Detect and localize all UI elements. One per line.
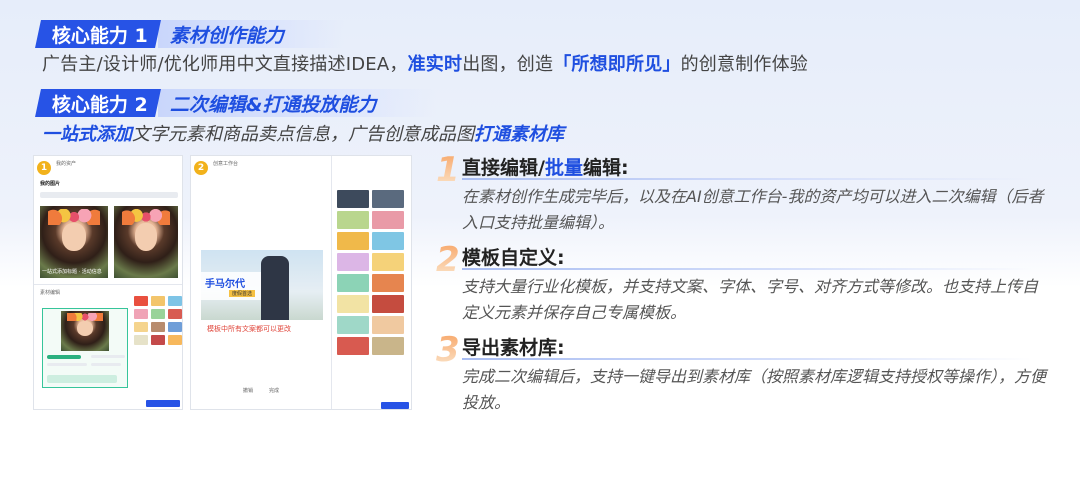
feature-title-3: 导出素材库: (462, 337, 565, 359)
capability-2-badge: 核心能力 2 (35, 89, 161, 117)
nav-label: 我的资产 (56, 161, 77, 167)
feature-number-2: 2 (436, 240, 460, 280)
capability-1-header: 核心能力 1 素材创作能力 (35, 20, 344, 48)
editable-note: 模板中所有文案都可以更改 (207, 325, 291, 333)
editor-label: 素材编辑 (40, 290, 61, 296)
feature-number-3: 3 (436, 330, 460, 370)
redo-button[interactable]: 完成 (269, 387, 279, 394)
element-palette[interactable] (134, 296, 182, 345)
editor-nav-label: 创意工作台 (213, 161, 239, 167)
template-gallery[interactable] (337, 190, 404, 355)
step-badge-2: 2 (194, 161, 208, 175)
feature-number-1: 1 (436, 150, 460, 190)
capability-1-description: 广告主/设计师/优化师用中文直接描述IDEA，准实时出图，创造「所想即所见」的创… (42, 54, 809, 75)
export-button[interactable] (146, 400, 180, 407)
feature-title-2: 模板自定义: (462, 247, 565, 269)
template-canvas[interactable]: 手马尔代 度假首选 (201, 250, 323, 320)
feature-title-1: 直接编辑/批量编辑: (462, 157, 629, 179)
capability-2-description: 一站式添加文字元素和商品卖点信息，广告创意成品图打通素材库 (42, 124, 564, 145)
capability-2-header: 核心能力 2 二次编辑&打通投放能力 (35, 89, 437, 117)
model-figure (261, 256, 289, 320)
screenshot-my-assets: 1 我的资产 我的图片 一站式添加标题 · 活动信息 素材编辑 (33, 155, 183, 410)
undo-button[interactable]: 撤销 (243, 387, 253, 394)
feature-body-2: 支持大量行业化模板，并支持文案、字体、字号、对齐方式等修改。也支持上传自定义元素… (462, 277, 1039, 322)
screenshot-template-editor: 2 创意工作台 手马尔代 度假首选 模板中所有文案都可以更改 撤销 完成 (190, 155, 412, 410)
capability-1-badge: 核心能力 1 (35, 20, 161, 48)
capability-2-title: 二次编辑&打通投放能力 (157, 89, 437, 117)
banner-title[interactable]: 手马尔代 (205, 275, 245, 290)
filter-bar[interactable] (40, 192, 178, 198)
image-caption: 一站式添加标题 · 活动信息 (42, 269, 102, 275)
step-badge-1: 1 (37, 161, 51, 175)
assets-heading: 我的图片 (40, 181, 61, 187)
feature-body-3: 完成二次编辑后，支持一键导出到素材库（按照素材库逻辑支持授权等操作），方便投放。 (462, 367, 1047, 412)
apply-template-button[interactable] (381, 402, 409, 409)
banner-sub[interactable]: 度假首选 (229, 290, 256, 297)
capability-1-title: 素材创作能力 (157, 20, 344, 48)
feature-body-1: 在素材创作生成完毕后，以及在AI创意工作台-我的资产均可以进入二次编辑（后者入口… (462, 187, 1044, 232)
generated-image-2[interactable] (114, 206, 178, 278)
edit-canvas[interactable] (42, 308, 128, 388)
